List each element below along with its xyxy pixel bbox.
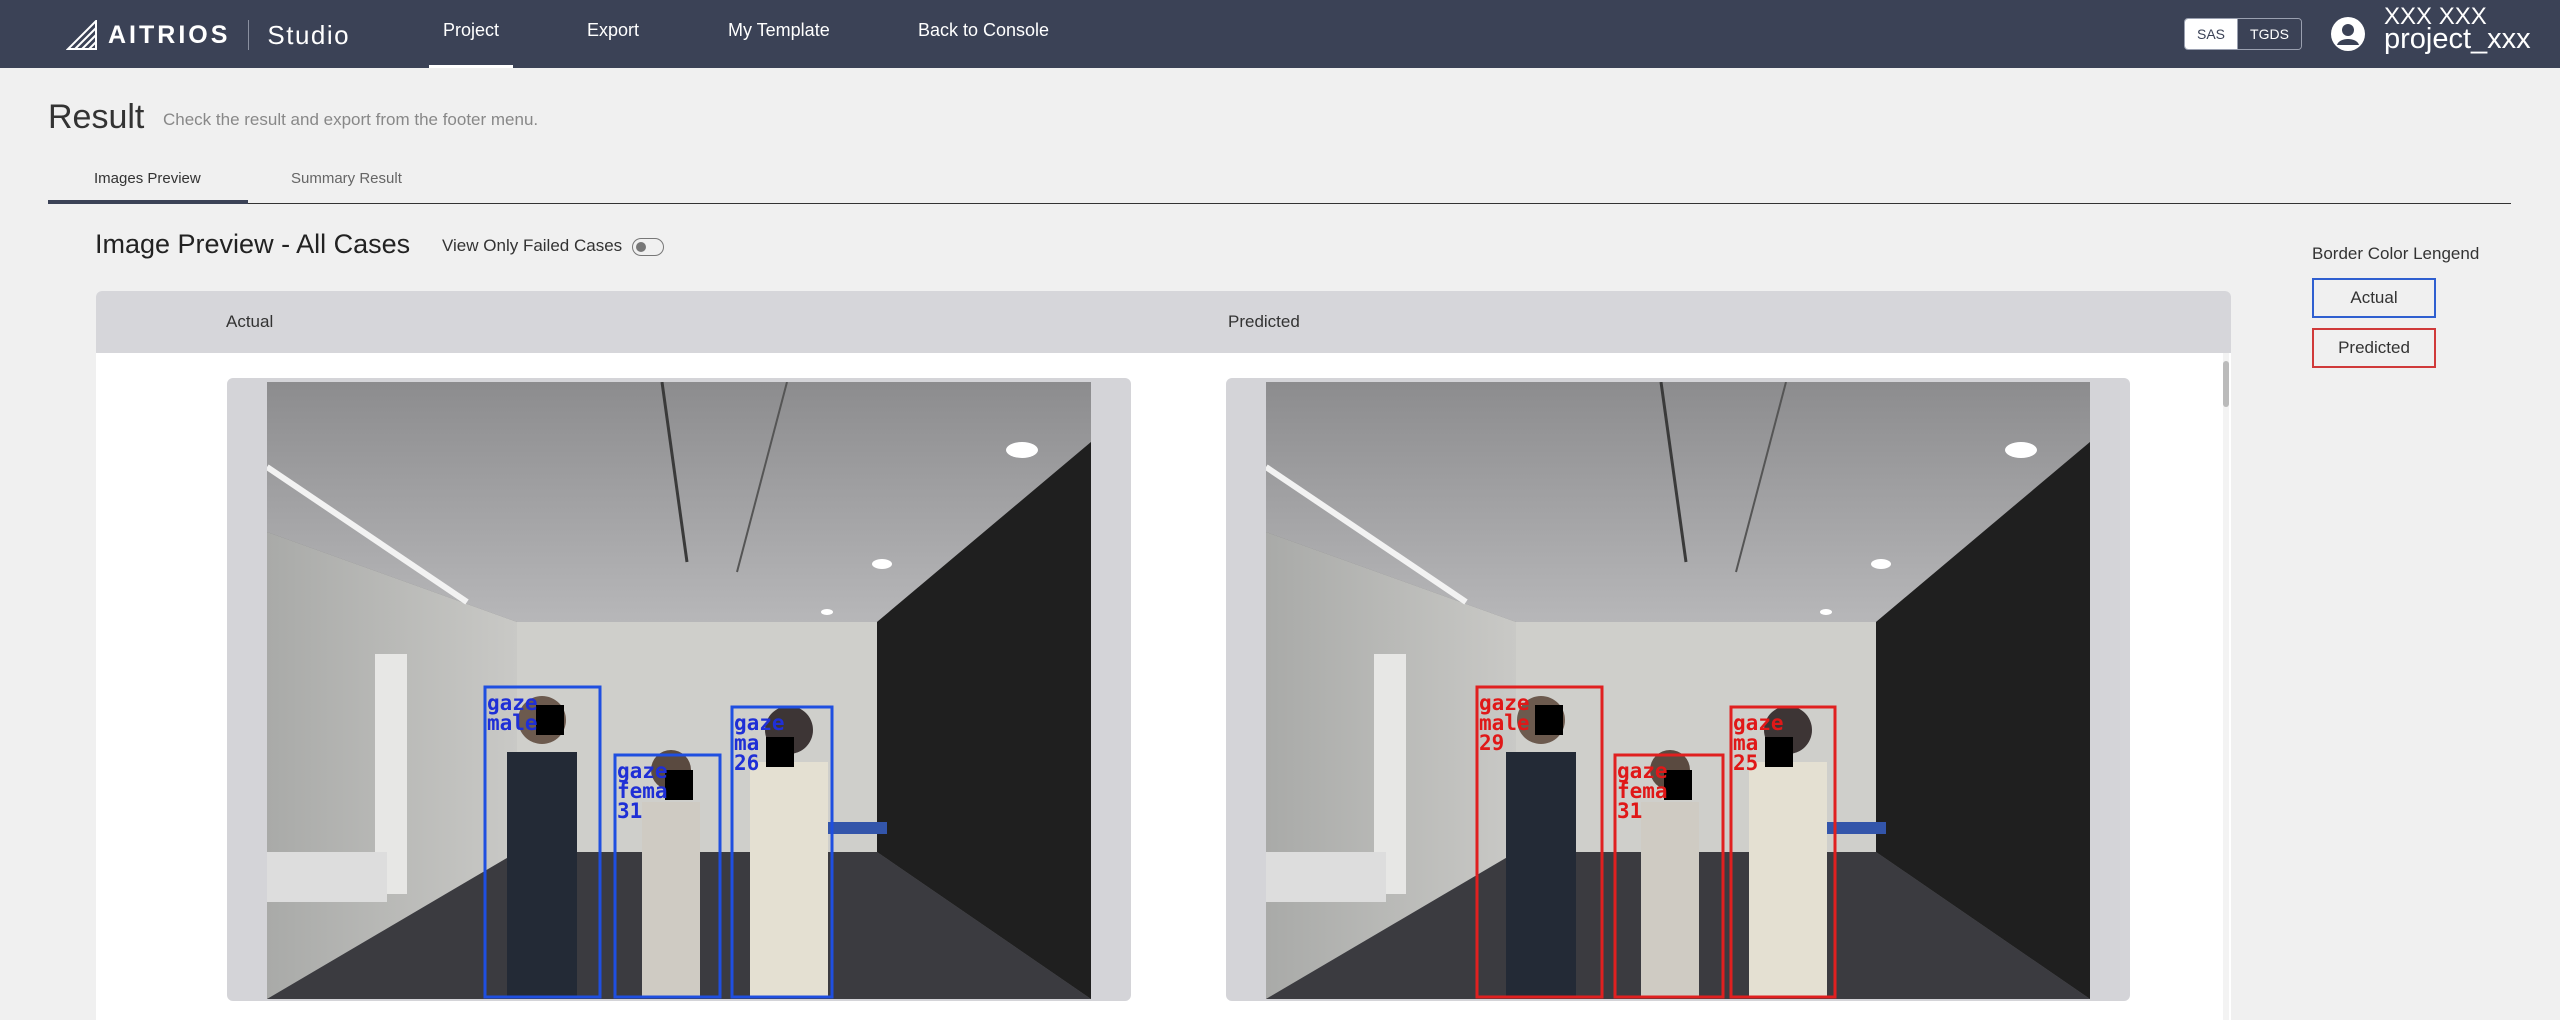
actual-label-age-2: 31 — [617, 799, 642, 823]
brand-name: AITRIOS — [108, 20, 231, 49]
aitrios-logo-icon — [66, 20, 97, 50]
nav-back-to-console[interactable]: Back to Console — [918, 20, 1049, 68]
project-name: project_xxx — [2384, 23, 2531, 55]
legend-predicted: Predicted — [2312, 328, 2436, 368]
preview-title: Image Preview - All Cases — [95, 229, 411, 259]
top-navbar: AITRIOS Studio Project Export My Templat… — [0, 0, 2560, 68]
page-subtitle: Check the result and export from the foo… — [163, 110, 539, 129]
actual-image-card: gaze male gaze fema 31 gaze ma 26 — [227, 378, 1131, 1001]
user-account-icon[interactable] — [2330, 16, 2366, 52]
page-title: Result — [48, 98, 145, 136]
predicted-image-card: gaze male 29 gaze fema 31 gaze ma 25 — [1226, 378, 2130, 1001]
product-name: Studio — [267, 19, 351, 50]
nav-export[interactable]: Export — [587, 20, 639, 68]
mode-sas[interactable]: SAS — [2185, 19, 2238, 49]
actual-scene-graphic: gaze male gaze fema 31 gaze ma 26 — [267, 382, 1091, 999]
tab-summary-result[interactable]: Summary Result — [291, 170, 402, 187]
scrollbar-thumb[interactable] — [2223, 361, 2229, 407]
nav-my-template[interactable]: My Template — [728, 20, 830, 68]
preview-panel-header: Actual Predicted — [96, 291, 2231, 353]
tab-divider — [48, 203, 2511, 204]
tab-active-indicator — [48, 200, 248, 204]
failed-cases-toggle[interactable] — [632, 238, 664, 256]
actual-label-gender-1: male — [487, 711, 538, 735]
tab-images-preview[interactable]: Images Preview — [94, 170, 201, 187]
column-actual-label: Actual — [226, 312, 274, 331]
predicted-label-age-2: 31 — [1617, 799, 1642, 823]
actual-label-age-3: 26 — [734, 751, 759, 775]
toggle-knob — [636, 242, 646, 252]
mode-tgds[interactable]: TGDS — [2237, 19, 2301, 49]
logo-divider — [248, 20, 250, 50]
predicted-label-age-1: 29 — [1479, 731, 1504, 755]
mode-toggle[interactable]: SAS TGDS — [2184, 18, 2302, 50]
column-predicted-label: Predicted — [1228, 312, 1300, 331]
nav-project[interactable]: Project — [428, 20, 514, 68]
brand-logo[interactable]: AITRIOS Studio — [66, 18, 350, 52]
predicted-scene-graphic: gaze male 29 gaze fema 31 gaze ma 25 — [1266, 382, 2090, 999]
actual-image[interactable]: gaze male gaze fema 31 gaze ma 26 — [267, 382, 1091, 999]
panel-scrollbar[interactable] — [2223, 353, 2229, 1020]
legend-actual: Actual — [2312, 278, 2436, 318]
legend-title: Border Color Lengend — [2312, 244, 2480, 263]
predicted-image[interactable]: gaze male 29 gaze fema 31 gaze ma 25 — [1266, 382, 2090, 999]
predicted-label-age-3: 25 — [1733, 751, 1758, 775]
failed-cases-label: View Only Failed Cases — [442, 236, 623, 255]
